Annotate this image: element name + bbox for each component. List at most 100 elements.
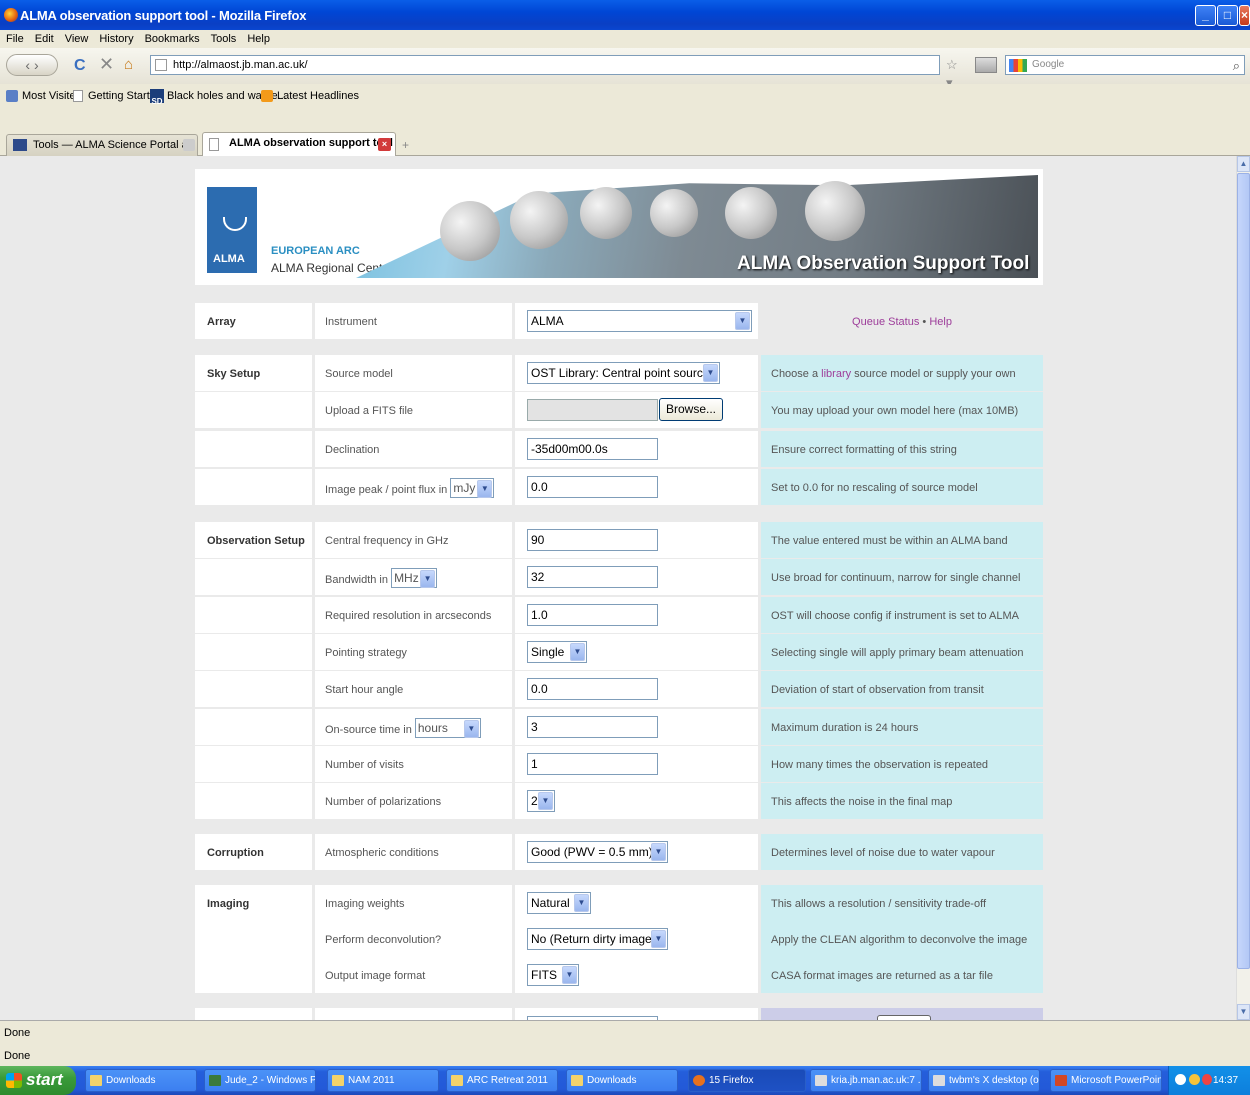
resolution-input[interactable]: 1.0: [527, 604, 658, 626]
peak-flux-input[interactable]: 0.0: [527, 476, 658, 498]
tab-alma-ost[interactable]: ALMA observation support tool ×: [202, 132, 396, 156]
tray-icon[interactable]: [1189, 1074, 1200, 1085]
taskbar: start Downloads Jude_2 - Windows P... NA…: [0, 1066, 1250, 1095]
reload-icon[interactable]: C: [74, 57, 86, 75]
weights-select[interactable]: Natural ▼: [527, 892, 591, 914]
chevron-down-icon: ▼: [420, 570, 436, 588]
tray-icon[interactable]: [1202, 1074, 1212, 1085]
back-forward-button[interactable]: ‹ ›: [6, 54, 58, 76]
search-icon[interactable]: ⌕: [1233, 57, 1240, 75]
menu-tools[interactable]: Tools: [205, 30, 242, 45]
chevron-down-icon: ▼: [651, 843, 666, 861]
folder-icon: [571, 1075, 583, 1086]
help-link[interactable]: Help: [929, 316, 952, 328]
bookmark-latest-headlines[interactable]: Latest Headlines: [277, 84, 359, 102]
section-spacer: [195, 392, 312, 428]
menu-help[interactable]: Help: [241, 30, 275, 45]
taskbar-item[interactable]: Microsoft PowerPoin...: [1050, 1069, 1162, 1092]
select-value: Single: [531, 645, 565, 659]
field-label: Output image format: [315, 957, 512, 993]
declination-row: Declination -35d00m00.0s Ensure correct …: [195, 431, 1043, 467]
help-text: The value entered must be within an ALMA…: [761, 522, 1043, 558]
start-hour-angle-input[interactable]: 0.0: [527, 678, 658, 700]
search-input[interactable]: Google ⌕: [1005, 55, 1245, 75]
menu-bar: File Edit View History Bookmarks Tools Help: [0, 30, 1250, 48]
maximize-button[interactable]: □: [1217, 5, 1238, 26]
deconvolution-select[interactable]: No (Return dirty image) ▼: [527, 928, 668, 950]
source-model-select[interactable]: OST Library: Central point source ▼: [527, 362, 720, 384]
window-icon: [209, 1075, 221, 1086]
section-spacer: [195, 431, 312, 467]
tray-icon[interactable]: [1175, 1074, 1186, 1085]
fits-file-input[interactable]: [527, 399, 658, 421]
field-label: Required resolution in arcseconds: [315, 597, 512, 633]
menu-history[interactable]: History: [93, 30, 138, 45]
field-label: Bandwidth in MHz ▼: [315, 559, 512, 595]
stop-icon[interactable]: ✕: [99, 54, 114, 75]
menu-bookmarks[interactable]: Bookmarks: [139, 30, 205, 45]
chevron-down-icon: ▼: [651, 930, 666, 948]
bandwidth-input[interactable]: 32: [527, 566, 658, 588]
minimize-button[interactable]: _: [1195, 5, 1216, 26]
output-format-select[interactable]: FITS ▼: [527, 964, 579, 986]
google-icon: [1009, 59, 1027, 72]
vertical-scrollbar[interactable]: ▲ ▼: [1236, 156, 1250, 1020]
pointing-strategy-select[interactable]: Single ▼: [527, 641, 587, 663]
tab-close-icon[interactable]: [183, 139, 195, 151]
menu-view[interactable]: View: [59, 30, 94, 45]
terminal-icon: [933, 1075, 945, 1086]
start-button[interactable]: start: [0, 1066, 76, 1095]
chevron-down-icon: ▼: [570, 643, 585, 661]
field-label: Image peak / point flux in mJy ▼: [315, 469, 512, 505]
library-link[interactable]: library: [821, 368, 851, 380]
bandwidth-unit-select[interactable]: MHz ▼: [391, 568, 438, 588]
bookmarks-toolbar: Most Visited Getting Started SD Black ho…: [0, 84, 1250, 108]
field-label: Imaging weights: [315, 885, 512, 921]
taskbar-item[interactable]: ARC Retreat 2011: [446, 1069, 558, 1092]
obs-row: Observation Setup Central frequency in G…: [195, 522, 1043, 558]
frequency-input[interactable]: 90: [527, 529, 658, 551]
taskbar-item[interactable]: Downloads: [566, 1069, 678, 1092]
close-button[interactable]: ×: [1239, 5, 1250, 26]
scroll-down-icon[interactable]: ▼: [1237, 1004, 1250, 1020]
taskbar-item[interactable]: Jude_2 - Windows P...: [204, 1069, 316, 1092]
on-source-time-input[interactable]: 3: [527, 716, 658, 738]
instrument-select[interactable]: ALMA ▼: [527, 310, 752, 332]
field-label: Central frequency in GHz: [315, 522, 512, 558]
scroll-thumb[interactable]: [1237, 173, 1250, 969]
tab-close-icon[interactable]: ×: [378, 138, 391, 151]
windows-logo-icon: [6, 1073, 22, 1088]
obs-row: Required resolution in arcseconds 1.0 OS…: [195, 597, 1043, 633]
home-icon[interactable]: ⌂: [124, 56, 133, 73]
obs-row: Bandwidth in MHz ▼ 32 Use broad for conti…: [195, 559, 1043, 595]
flux-unit-select[interactable]: mJy ▼: [450, 478, 495, 498]
time-unit-select[interactable]: hours ▼: [414, 718, 481, 738]
scroll-up-icon[interactable]: ▲: [1237, 156, 1250, 172]
page-icon: [73, 90, 83, 102]
tab-eso-tools[interactable]: Tools — ALMA Science Portal at ESO: [6, 134, 198, 171]
section-spacer: [195, 1008, 312, 1020]
task-label: Microsoft PowerPoin...: [1071, 1075, 1162, 1086]
taskbar-item[interactable]: Downloads: [85, 1069, 197, 1092]
taskbar-item[interactable]: 15 Firefox: [688, 1069, 806, 1092]
feed-icon[interactable]: [975, 57, 997, 73]
taskbar-item[interactable]: NAM 2011: [327, 1069, 439, 1092]
url-bar[interactable]: http://almaost.jb.man.ac.uk/ ☆ ▾: [150, 55, 958, 90]
imaging-row: Perform deconvolution? No (Return dirty …: [195, 921, 1043, 957]
menu-edit[interactable]: Edit: [29, 30, 59, 45]
polarizations-select[interactable]: 2 ▼: [527, 790, 555, 812]
obs-row: Start hour angle 0.0 Deviation of start …: [195, 671, 1043, 707]
new-tab-icon[interactable]: +: [402, 138, 409, 152]
queue-status-link[interactable]: Queue Status: [852, 316, 919, 328]
taskbar-item[interactable]: kria.jb.man.ac.uk:7 ...: [810, 1069, 922, 1092]
tab-strip: Tools — ALMA Science Portal at ESO ALMA …: [0, 108, 1250, 171]
declination-input[interactable]: -35d00m00.0s: [527, 438, 658, 460]
menu-file[interactable]: File: [0, 30, 29, 45]
field-spacer: [315, 1008, 512, 1020]
visits-input[interactable]: 1: [527, 753, 658, 775]
browse-button[interactable]: Browse...: [659, 398, 723, 421]
atmospheric-select[interactable]: Good (PWV = 0.5 mm) ▼: [527, 841, 668, 863]
task-label: ARC Retreat 2011: [467, 1075, 548, 1086]
clock: 14:37: [1213, 1075, 1239, 1086]
taskbar-item[interactable]: twbm's X desktop (o...: [928, 1069, 1040, 1092]
